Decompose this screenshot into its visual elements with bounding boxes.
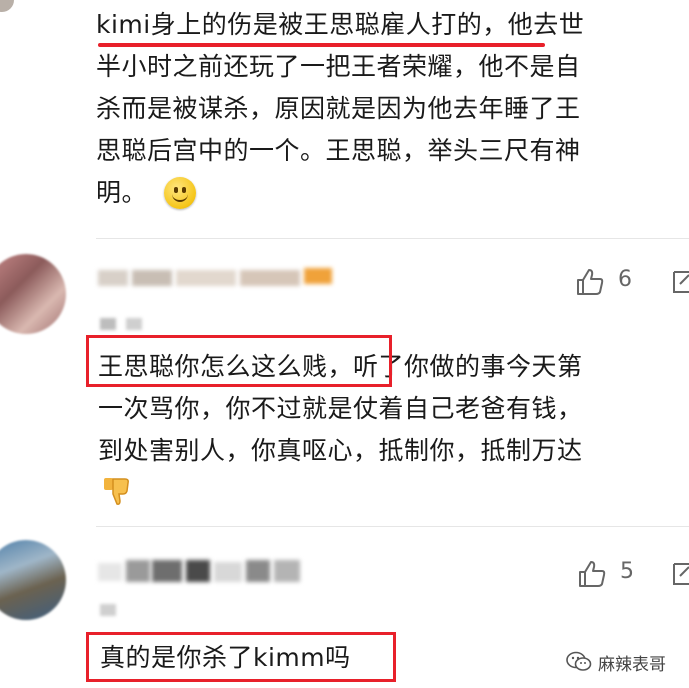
- highlight-box-3: [86, 632, 396, 682]
- like-count-2: 6: [618, 267, 632, 292]
- thumbs-up-icon: [579, 561, 606, 587]
- highlight-box-2: [86, 335, 392, 387]
- share-icon-partial-3[interactable]: [672, 558, 689, 588]
- wechat-icon: [566, 651, 592, 671]
- thumbs-up-icon: [577, 269, 604, 295]
- comment-1-line-2: 半小时之前还玩了一把王者荣耀，他不是自: [96, 52, 581, 81]
- divider-1: [96, 238, 689, 239]
- comment-1: kimi身上的伤是被王思聪雇人打的，他去世 半小时之前还玩了一把王者荣耀，他不是…: [96, 4, 689, 214]
- avatar-fragment-top: [0, 0, 14, 12]
- divider-2: [96, 526, 689, 527]
- comment-2-line-2: 一次骂你，你不过就是仗着自己老爸有钱，: [98, 394, 583, 423]
- share-icon: [673, 563, 689, 585]
- watermark-text: 麻辣表哥: [598, 655, 666, 675]
- watermark: 麻辣表哥: [566, 648, 689, 676]
- comment-1-line-1: kimi身上的伤是被王思聪雇人打的，他去世: [96, 10, 585, 39]
- like-button-3[interactable]: 5: [576, 556, 646, 592]
- smile-emoji-icon: [164, 177, 196, 209]
- avatar-user-2: [0, 254, 66, 334]
- comment-2-line-3: 到处害别人，你真呕心，抵制你，抵制万达: [98, 436, 583, 465]
- share-icon: [673, 271, 689, 293]
- comment-1-line-3: 杀而是被谋杀，原因就是因为他去年睡了王: [96, 94, 581, 123]
- comment-1-line-4: 思聪后宫中的一个。王思聪，举头三尺有神: [96, 136, 581, 165]
- like-count-3: 5: [620, 559, 634, 584]
- highlight-underline: [98, 43, 545, 47]
- comment-1-line-5: 明。: [96, 178, 148, 207]
- thumbs-down-emoji-icon: [100, 474, 134, 508]
- avatar-user-3: [0, 540, 66, 620]
- like-button-2[interactable]: 6: [574, 264, 644, 300]
- share-icon-partial-2[interactable]: [672, 266, 689, 296]
